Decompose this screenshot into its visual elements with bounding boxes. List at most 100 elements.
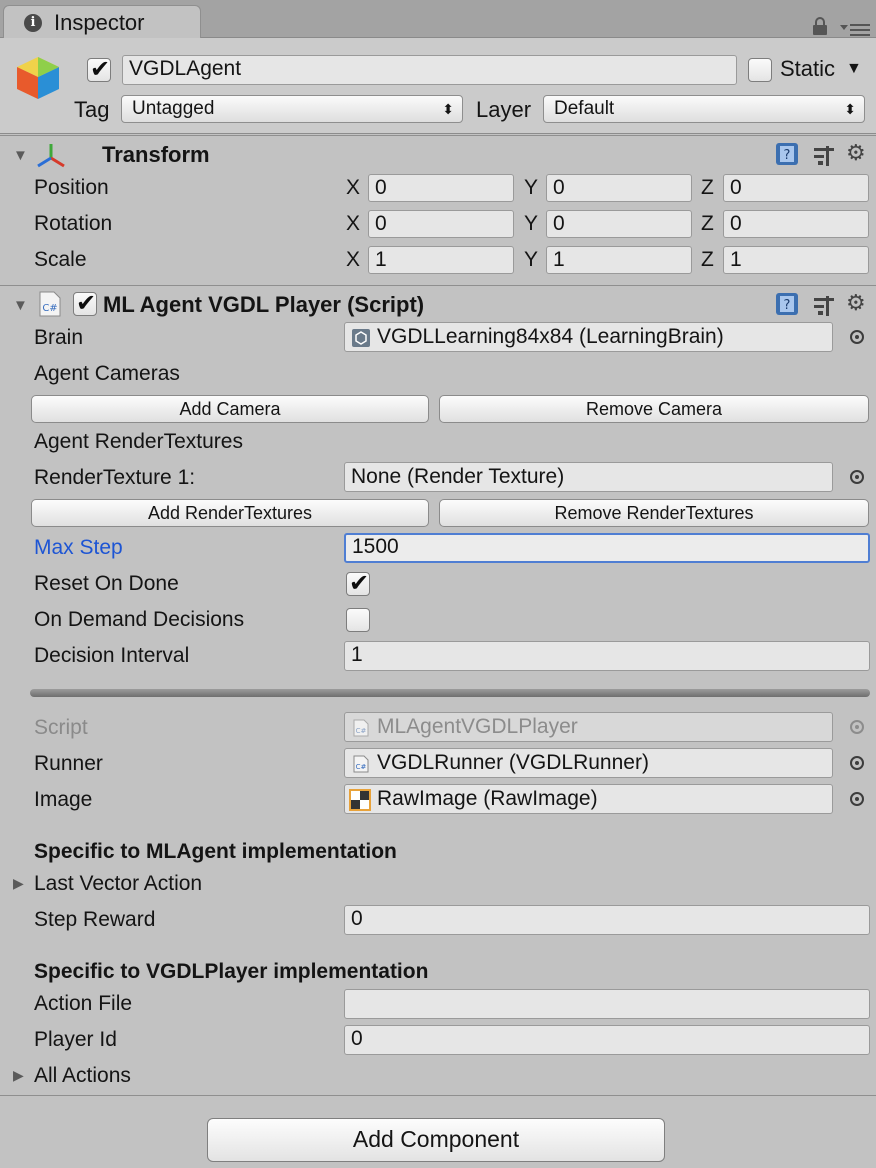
brain-value: VGDLLearning84x84 (LearningBrain): [377, 325, 724, 348]
svg-text:?: ?: [784, 148, 791, 163]
object-picker-icon[interactable]: [850, 470, 864, 484]
vgdl-section-header: Specific to VGDLPlayer implementation: [34, 960, 429, 983]
updown-arrows-icon: ⬍: [442, 101, 454, 117]
info-icon: i: [24, 14, 42, 32]
object-picker-icon[interactable]: [850, 792, 864, 806]
static-checkbox[interactable]: [748, 58, 772, 82]
context-menu-icon[interactable]: [840, 22, 870, 36]
brain-field[interactable]: VGDLLearning84x84 (LearningBrain): [344, 322, 833, 352]
svg-text:C#: C#: [42, 303, 57, 314]
player-id-label: Player Id: [34, 1028, 117, 1051]
add-rendertextures-button[interactable]: Add RenderTextures: [31, 499, 429, 527]
preset-sliders-icon[interactable]: [812, 293, 836, 317]
preset-sliders-icon[interactable]: [812, 143, 836, 167]
lock-icon[interactable]: [813, 17, 827, 35]
image-label: Image: [34, 788, 93, 811]
csharp-script-icon: C#: [39, 291, 61, 317]
layer-label: Layer: [476, 97, 532, 122]
tag-dropdown[interactable]: Untagged ⬍: [121, 95, 463, 123]
position-label: Position: [34, 176, 109, 199]
max-step-label: Max Step: [34, 536, 123, 559]
scale-label: Scale: [34, 248, 87, 271]
runner-field[interactable]: C# VGDLRunner (VGDLRunner): [344, 748, 833, 778]
help-book-icon[interactable]: ?: [775, 292, 799, 316]
unity-asset-icon: [352, 329, 370, 347]
position-y-field[interactable]: 0: [546, 174, 692, 202]
csharp-script-icon: C#: [353, 719, 369, 737]
on-demand-decisions-checkbox[interactable]: [346, 608, 370, 632]
all-actions-foldout[interactable]: All Actions: [34, 1064, 131, 1088]
rendertexture-1-field[interactable]: None (Render Texture): [344, 462, 833, 492]
settings-gear-icon[interactable]: ⚙: [846, 290, 866, 316]
transform-title: Transform: [102, 142, 210, 167]
reset-on-done-checkbox[interactable]: ✔: [346, 569, 370, 597]
rendertexture-1-value: None (Render Texture): [351, 465, 565, 488]
object-name-field[interactable]: VGDLAgent: [122, 55, 737, 85]
axis-y-label: Y: [524, 248, 539, 271]
gameobject-cube-icon: [17, 57, 59, 99]
step-reward-field[interactable]: 0: [344, 905, 870, 935]
tag-label: Tag: [74, 97, 110, 122]
agent-rendertextures-label: Agent RenderTextures: [34, 430, 243, 453]
script-title: ML Agent VGDL Player (Script): [103, 292, 425, 317]
add-camera-button[interactable]: Add Camera: [31, 395, 429, 423]
action-file-label: Action File: [34, 992, 133, 1015]
script-field: C# MLAgentVGDLPlayer: [344, 712, 833, 742]
transform-foldout-icon[interactable]: ▼: [13, 147, 28, 164]
rawimage-icon: [349, 789, 371, 811]
axis-x-label: X: [346, 212, 361, 235]
rotation-label: Rotation: [34, 212, 113, 235]
all-actions-foldout-icon[interactable]: ▶: [13, 1067, 24, 1084]
brain-label: Brain: [34, 326, 84, 349]
rotation-z-field[interactable]: 0: [723, 210, 869, 238]
axis-x-label: X: [346, 248, 361, 271]
checkmark-icon: ✔: [349, 569, 370, 597]
svg-text:?: ?: [784, 298, 791, 313]
player-id-field[interactable]: 0: [344, 1025, 870, 1055]
scale-z-field[interactable]: 1: [723, 246, 869, 274]
axis-x-label: X: [346, 176, 361, 199]
remove-camera-button[interactable]: Remove Camera: [439, 395, 869, 423]
image-field[interactable]: RawImage (RawImage): [344, 784, 833, 814]
active-checkbox[interactable]: ✔: [87, 55, 111, 83]
tab-label: Inspector: [54, 10, 145, 35]
remove-rendertextures-button[interactable]: Remove RenderTextures: [439, 499, 869, 527]
rotation-y-field[interactable]: 0: [546, 210, 692, 238]
last-vector-action-foldout-icon[interactable]: ▶: [13, 875, 24, 892]
object-picker-icon[interactable]: [850, 330, 864, 344]
script-label: Script: [34, 716, 88, 739]
tab-inspector[interactable]: i Inspector: [3, 5, 201, 39]
checkmark-icon: ✔: [76, 289, 97, 317]
divider: [0, 1095, 876, 1096]
position-z-field[interactable]: 0: [723, 174, 869, 202]
layer-value: Default: [554, 98, 615, 119]
axis-y-label: Y: [524, 176, 539, 199]
last-vector-action-foldout[interactable]: Last Vector Action: [34, 872, 202, 896]
script-enabled-checkbox[interactable]: ✔: [73, 289, 97, 317]
mlagent-section-header: Specific to MLAgent implementation: [34, 840, 397, 863]
scale-x-field[interactable]: 1: [368, 246, 514, 274]
position-x-field[interactable]: 0: [368, 174, 514, 202]
scale-y-field[interactable]: 1: [546, 246, 692, 274]
reset-on-done-label: Reset On Done: [34, 572, 179, 595]
object-picker-icon: [850, 720, 864, 734]
settings-gear-icon[interactable]: ⚙: [846, 140, 866, 166]
add-component-button[interactable]: Add Component: [207, 1118, 665, 1162]
svg-text:C#: C#: [356, 727, 367, 735]
action-file-field[interactable]: [344, 989, 870, 1019]
rotation-x-field[interactable]: 0: [368, 210, 514, 238]
script-value: MLAgentVGDLPlayer: [377, 715, 578, 738]
max-step-field[interactable]: 1500: [344, 533, 870, 563]
decision-interval-label: Decision Interval: [34, 644, 190, 667]
axis-y-label: Y: [524, 212, 539, 235]
checkmark-icon: ✔: [90, 55, 111, 83]
script-foldout-icon[interactable]: ▼: [13, 297, 28, 314]
object-picker-icon[interactable]: [850, 756, 864, 770]
updown-arrows-icon: ⬍: [844, 101, 856, 117]
static-dropdown-arrow-icon[interactable]: ▼: [846, 60, 862, 78]
help-book-icon[interactable]: ?: [775, 142, 799, 166]
layer-dropdown[interactable]: Default ⬍: [543, 95, 865, 123]
decision-interval-field[interactable]: 1: [344, 641, 870, 671]
tag-value: Untagged: [132, 98, 215, 119]
axis-z-label: Z: [701, 248, 714, 271]
